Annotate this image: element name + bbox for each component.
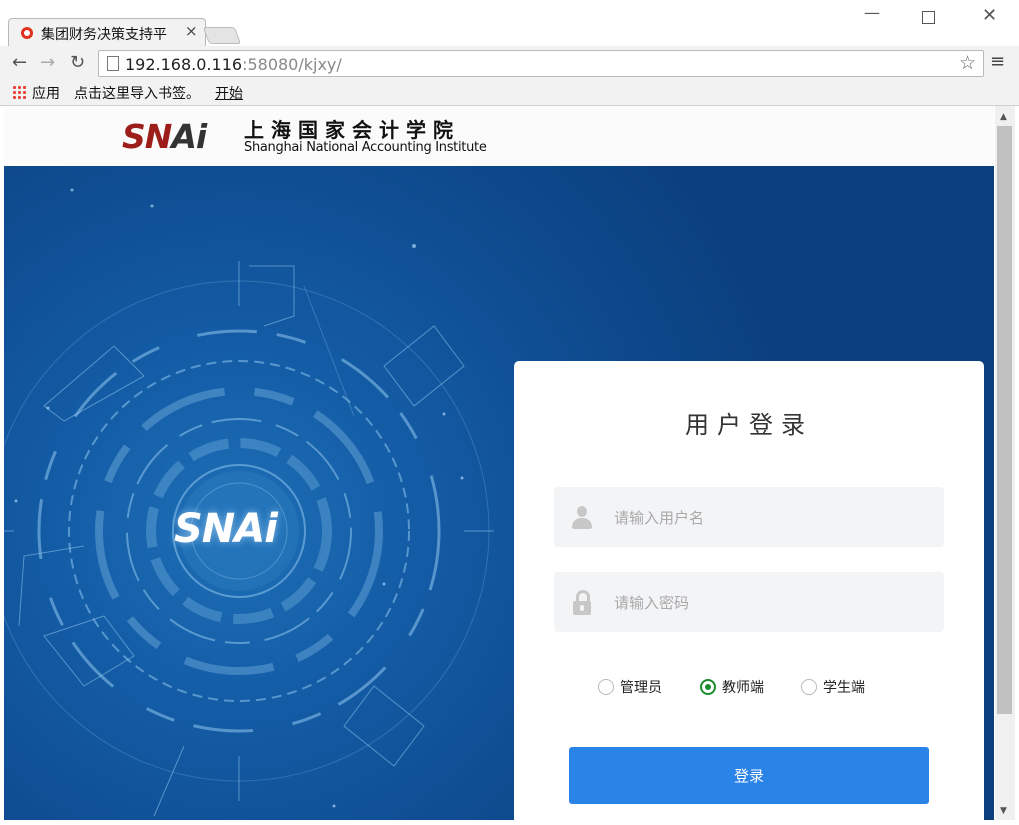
- maximize-icon[interactable]: [922, 11, 935, 24]
- close-icon[interactable]: ✕: [982, 5, 997, 26]
- back-icon[interactable]: ←: [12, 52, 27, 73]
- login-title: 用户登录: [685, 411, 813, 439]
- radio-icon[interactable]: [801, 679, 817, 695]
- user-icon: [572, 506, 592, 530]
- page-viewport: SNAi 上海国家会计学院 Shanghai National Accounti…: [4, 106, 994, 820]
- institute-name-cn: 上海国家会计学院: [244, 118, 460, 142]
- apps-grid-icon[interactable]: [12, 85, 26, 99]
- role-label: 教师端: [722, 680, 764, 696]
- lock-icon: [573, 590, 591, 616]
- hero-snai-logo: SNAi: [174, 506, 278, 552]
- password-input[interactable]: [612, 572, 936, 634]
- institute-name-en: Shanghai National Accounting Institute: [244, 140, 487, 155]
- tab-close-icon[interactable]: ×: [185, 22, 198, 40]
- login-button[interactable]: 登录: [569, 747, 929, 804]
- forward-icon[interactable]: →: [40, 52, 55, 73]
- bookmark-start-link[interactable]: 开始: [215, 83, 243, 103]
- url-text[interactable]: 192.168.0.116:58080/kjxy/: [125, 55, 342, 74]
- scroll-thumb[interactable]: [997, 126, 1012, 714]
- bookmark-import-link[interactable]: 点击这里导入书签。: [74, 83, 200, 103]
- login-card: 用户登录 管理员 教师端 学生端: [514, 361, 984, 820]
- browser-titlebar: 集团财务决策支持平 × — ✕: [0, 0, 1019, 47]
- minimize-icon[interactable]: —: [864, 3, 880, 22]
- site-header: SNAi 上海国家会计学院 Shanghai National Accounti…: [4, 106, 994, 166]
- username-field[interactable]: [554, 487, 944, 549]
- page-icon: [107, 56, 119, 71]
- star-icon[interactable]: ☆: [959, 52, 976, 74]
- browser-toolbar: ← → ↻ 192.168.0.116:58080/kjxy/ ☆ ≡: [0, 46, 1019, 80]
- username-input[interactable]: [612, 487, 936, 549]
- radio-icon[interactable]: [598, 679, 614, 695]
- favicon-icon: [21, 27, 33, 39]
- role-selector: 管理员 教师端 学生端: [514, 675, 984, 699]
- browser-tab[interactable]: 集团财务决策支持平 ×: [8, 18, 206, 47]
- bookmarks-bar: 应用 点击这里导入书签。 开始: [0, 80, 1019, 106]
- scroll-up-icon[interactable]: ▲: [1000, 112, 1007, 122]
- reload-icon[interactable]: ↻: [70, 52, 85, 73]
- menu-icon[interactable]: ≡: [990, 51, 1005, 72]
- role-label: 管理员: [620, 680, 662, 696]
- vertical-scrollbar[interactable]: ▲ ▼: [995, 106, 1015, 820]
- tab-title: 集团财务决策支持平: [41, 27, 167, 43]
- new-tab-button[interactable]: [202, 27, 242, 44]
- address-bar[interactable]: 192.168.0.116:58080/kjxy/ ☆: [98, 50, 984, 77]
- bookmark-apps[interactable]: 应用: [32, 83, 60, 103]
- role-label: 学生端: [823, 680, 865, 696]
- radio-checked-icon[interactable]: [700, 679, 716, 695]
- hero-banner: SNAi 用户登录 管理员 教师端: [4, 166, 994, 820]
- snai-logo[interactable]: SNAi: [122, 118, 207, 156]
- scroll-down-icon[interactable]: ▼: [1000, 806, 1007, 816]
- password-field[interactable]: [554, 572, 944, 634]
